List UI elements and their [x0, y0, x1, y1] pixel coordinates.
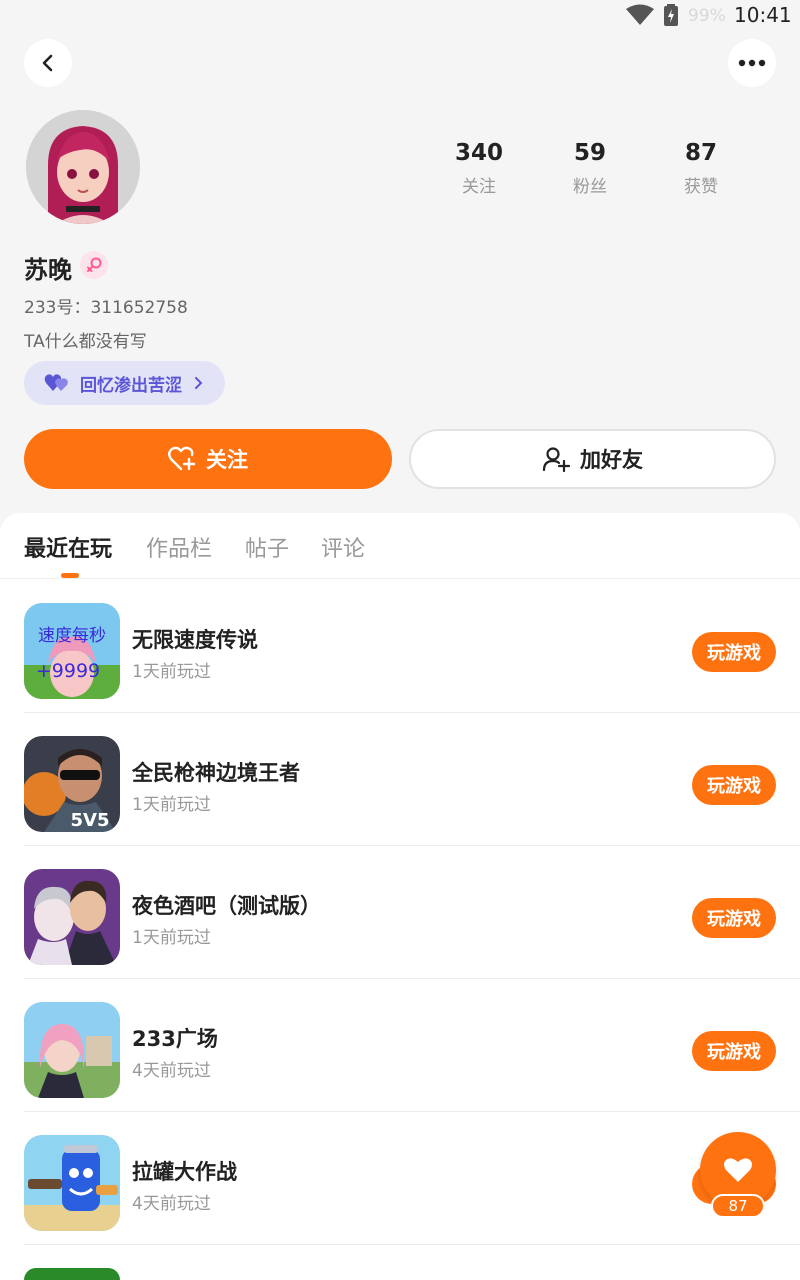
status-bar: 99% 10:41 — [0, 0, 800, 30]
game-last-played: 1天前玩过 — [132, 795, 211, 815]
battery-percent: 99% — [688, 6, 726, 26]
tab-works[interactable]: 作品栏 — [146, 531, 212, 563]
mood-tag[interactable]: 回忆渗出苦涩 — [24, 361, 225, 405]
game-row[interactable]: 速度每秒 +9999 无限速度传说 1天前玩过 玩游戏 — [24, 580, 800, 713]
like-count-badge: 87 — [711, 1194, 765, 1218]
clock: 10:41 — [734, 3, 792, 27]
game-row[interactable]: 夜色酒吧（测试版） 1天前玩过 玩游戏 — [24, 846, 800, 979]
back-arrow-icon — [42, 54, 53, 72]
user-id: 233号：311652758 — [24, 298, 188, 318]
chevron-right-icon — [195, 377, 203, 389]
game-row[interactable]: 拉罐大作战 4天前玩过 玩游戏 — [24, 1112, 800, 1245]
heart-pair-icon — [44, 374, 68, 391]
follow-button[interactable]: 关注 — [24, 429, 392, 489]
game-icon-text: +9999 — [36, 660, 100, 682]
game-row[interactable]: 5V5 全民枪神边境王者 1天前玩过 玩游戏 — [24, 713, 800, 846]
stat-following-label: 关注 — [462, 177, 496, 197]
user-bio: TA什么都没有写 — [24, 332, 147, 352]
game-row[interactable]: 233广场 4天前玩过 玩游戏 — [24, 979, 800, 1112]
play-game-button[interactable]: 玩游戏 — [692, 632, 776, 672]
game-last-played: 4天前玩过 — [132, 1194, 211, 1214]
game-icon-text: 5V5 — [71, 810, 110, 831]
follow-button-label: 关注 — [206, 448, 248, 472]
tab-indicator — [61, 573, 79, 578]
stat-following-count: 340 — [454, 140, 503, 166]
tab-recent-play[interactable]: 最近在玩 — [24, 531, 112, 563]
game-title: 拉罐大作战 — [132, 1160, 237, 1184]
more-options-button[interactable] — [728, 39, 776, 87]
game-icon-text: 速度每秒 — [38, 626, 106, 646]
game-title: 233广场 — [132, 1027, 218, 1051]
game-title: 无限速度传说 — [132, 628, 258, 652]
add-friend-button-label: 加好友 — [580, 448, 643, 472]
female-icon — [80, 251, 108, 279]
tab-posts[interactable]: 帖子 — [245, 531, 289, 563]
night-bar-icon — [24, 869, 120, 965]
play-game-button[interactable]: 玩游戏 — [692, 765, 776, 805]
add-friend-button[interactable]: 加好友 — [409, 429, 776, 489]
stat-fans[interactable]: 59 粉丝 — [535, 140, 645, 197]
battery-charging-icon — [664, 4, 678, 26]
heart-icon — [724, 1158, 752, 1182]
plaza-icon — [24, 1002, 120, 1098]
game-icon-partial — [24, 1268, 120, 1280]
stat-following[interactable]: 340 关注 — [424, 140, 534, 197]
play-game-button[interactable]: 玩游戏 — [692, 898, 776, 938]
back-button[interactable] — [24, 39, 72, 87]
game-last-played: 1天前玩过 — [132, 662, 211, 682]
can-battle-icon — [24, 1135, 120, 1231]
mood-tag-label: 回忆渗出苦涩 — [80, 375, 182, 396]
stat-fans-count: 59 — [573, 140, 606, 166]
wifi-icon — [626, 4, 654, 25]
heart-plus-icon — [168, 446, 196, 471]
game-title: 全民枪神边境王者 — [132, 761, 300, 785]
content-panel: 最近在玩 作品栏 帖子 评论 速度每秒 +9999 无限速度传说 1天前玩过 玩… — [0, 513, 800, 1280]
add-user-icon — [542, 447, 570, 472]
more-dots-icon — [738, 59, 766, 67]
game-title: 夜色酒吧（测试版） — [132, 894, 321, 918]
gunner-icon: 5V5 — [24, 736, 120, 832]
game-last-played: 1天前玩过 — [132, 928, 211, 948]
tab-bar: 最近在玩 作品栏 帖子 评论 — [0, 513, 800, 579]
avatar[interactable] — [26, 110, 140, 224]
user-name: 苏晚 — [24, 256, 72, 284]
avatar-image — [26, 110, 140, 224]
stat-likes[interactable]: 87 获赞 — [646, 140, 756, 197]
game-last-played: 4天前玩过 — [132, 1061, 211, 1081]
stat-fans-label: 粉丝 — [573, 177, 607, 197]
speed-legend-icon: 速度每秒 +9999 — [24, 603, 120, 699]
tab-comments[interactable]: 评论 — [321, 531, 365, 563]
stat-likes-label: 获赞 — [684, 177, 718, 197]
stat-likes-count: 87 — [684, 140, 717, 166]
play-game-button[interactable]: 玩游戏 — [692, 1031, 776, 1071]
